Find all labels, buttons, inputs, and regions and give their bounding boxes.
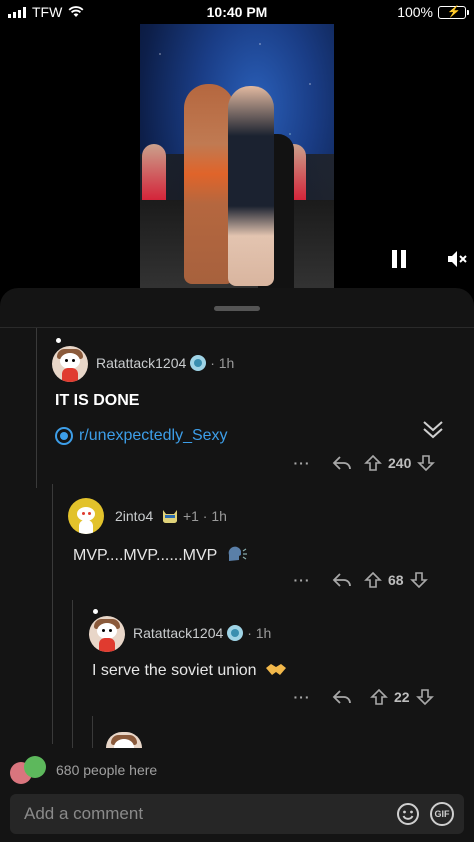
comment-time: 1h <box>255 625 272 641</box>
viewer-avatars <box>8 756 48 784</box>
avatar-badge-icon <box>227 625 244 641</box>
video-player[interactable] <box>140 24 334 290</box>
people-here-count: 680 people here <box>56 762 158 778</box>
online-indicator <box>93 609 98 614</box>
comment-text-content: I serve the soviet union <box>92 662 257 679</box>
comment-composer[interactable]: GIF <box>10 794 464 834</box>
battery-percent: 100% <box>397 4 433 20</box>
avatar[interactable] <box>89 616 125 652</box>
upvote-icon[interactable] <box>370 688 388 706</box>
reply-icon[interactable] <box>332 689 352 705</box>
more-options-icon[interactable]: ··· <box>292 689 312 705</box>
comment-text: I serve the soviet union <box>92 662 287 680</box>
mute-icon[interactable] <box>446 249 468 269</box>
downvote-icon[interactable] <box>415 688 434 706</box>
emoji-icon[interactable] <box>396 802 420 826</box>
pause-icon[interactable] <box>392 250 408 268</box>
username[interactable]: Ratattack1204 <box>133 625 223 641</box>
comment-footer: 680 people here GIF <box>0 748 474 842</box>
gif-button[interactable]: GIF <box>430 802 454 826</box>
comment: Ratattack1204 · 1h I serve the soviet un… <box>0 288 474 728</box>
comment-actions: ··· 22 <box>292 688 434 706</box>
handshake-emoji-icon <box>266 664 286 675</box>
comment-author-line[interactable]: Ratattack1204 · 1h <box>133 625 271 641</box>
video-figure <box>184 84 234 284</box>
avatar[interactable] <box>106 732 142 748</box>
comment-input[interactable] <box>24 794 384 834</box>
vote-count: 22 <box>394 689 410 705</box>
status-right: 100% ⚡ <box>397 4 469 20</box>
battery-icon: ⚡ <box>438 5 469 19</box>
presence-indicator: 680 people here <box>8 756 157 784</box>
video-figure <box>228 86 274 286</box>
status-bar: TFW 10:40 PM 100% ⚡ <box>0 0 474 24</box>
